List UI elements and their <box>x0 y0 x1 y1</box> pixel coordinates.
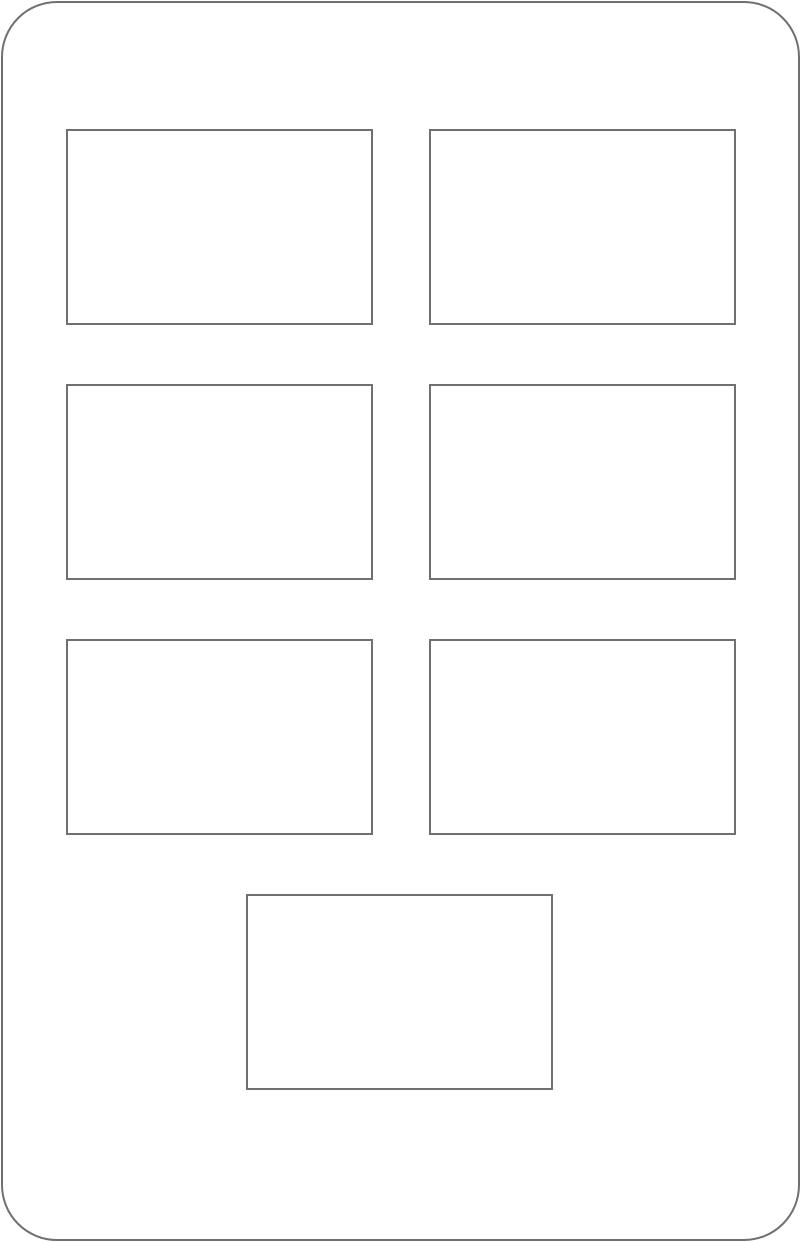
panel-row2-left <box>66 384 373 580</box>
panel-row1-right <box>429 129 736 325</box>
panel-row3-right <box>429 639 736 835</box>
panel-row3-left <box>66 639 373 835</box>
panel-row1-left <box>66 129 373 325</box>
panel-row2-right <box>429 384 736 580</box>
panel-row4-center <box>246 894 553 1090</box>
